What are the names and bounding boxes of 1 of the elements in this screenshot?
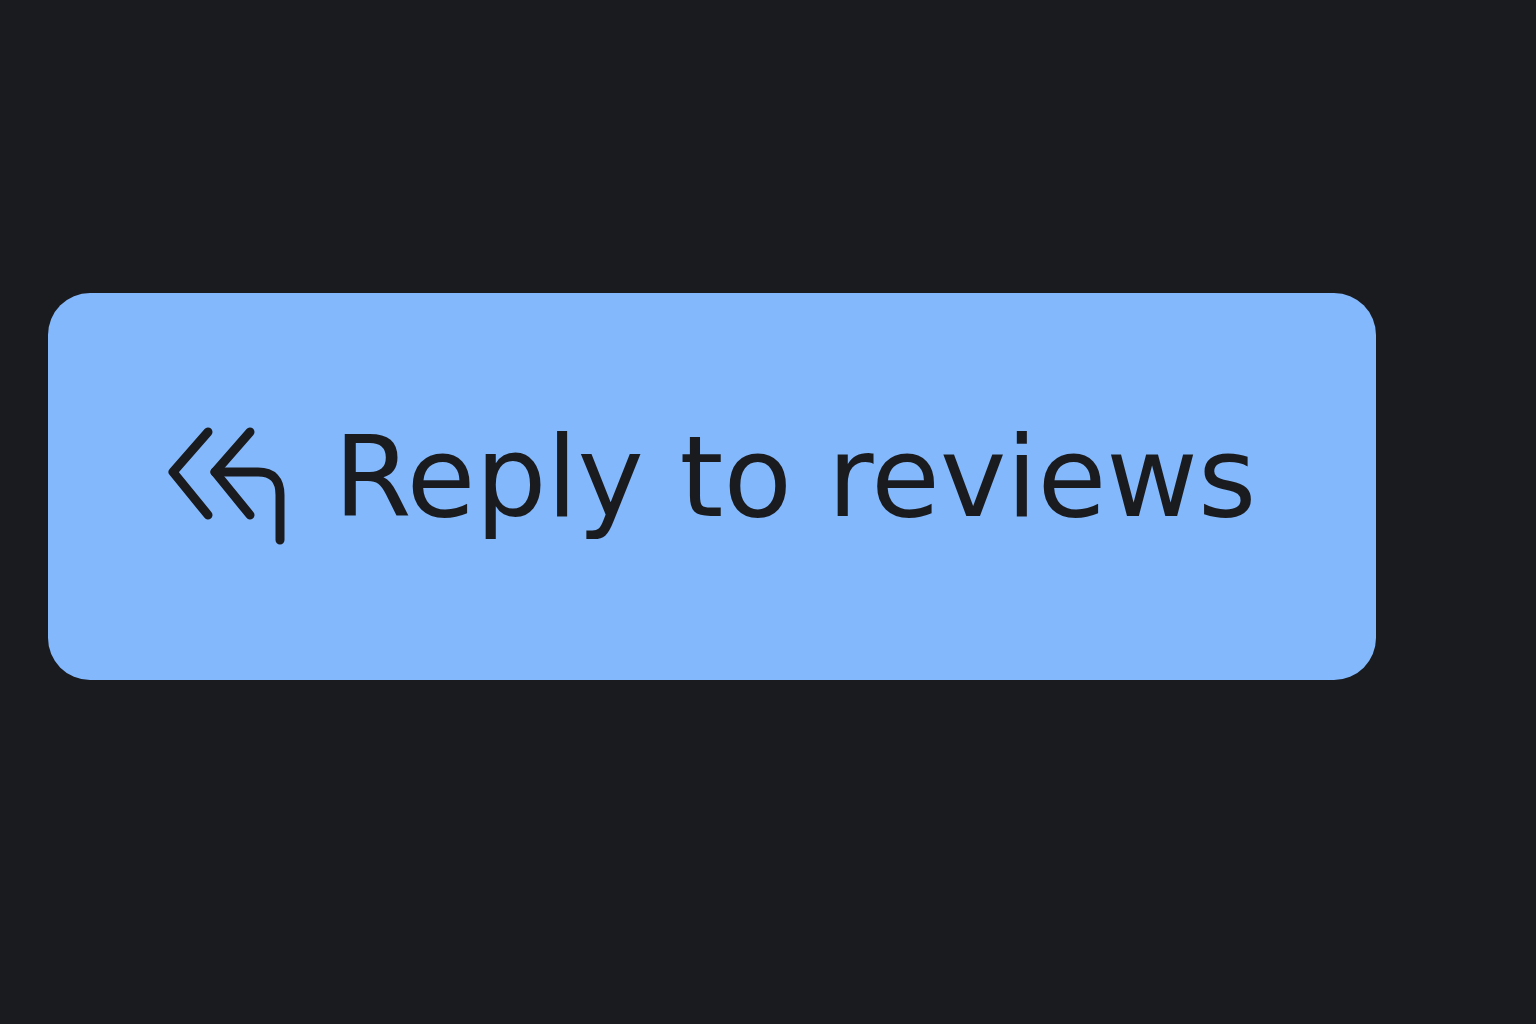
reply-to-reviews-button[interactable]: Reply to reviews	[48, 293, 1376, 680]
